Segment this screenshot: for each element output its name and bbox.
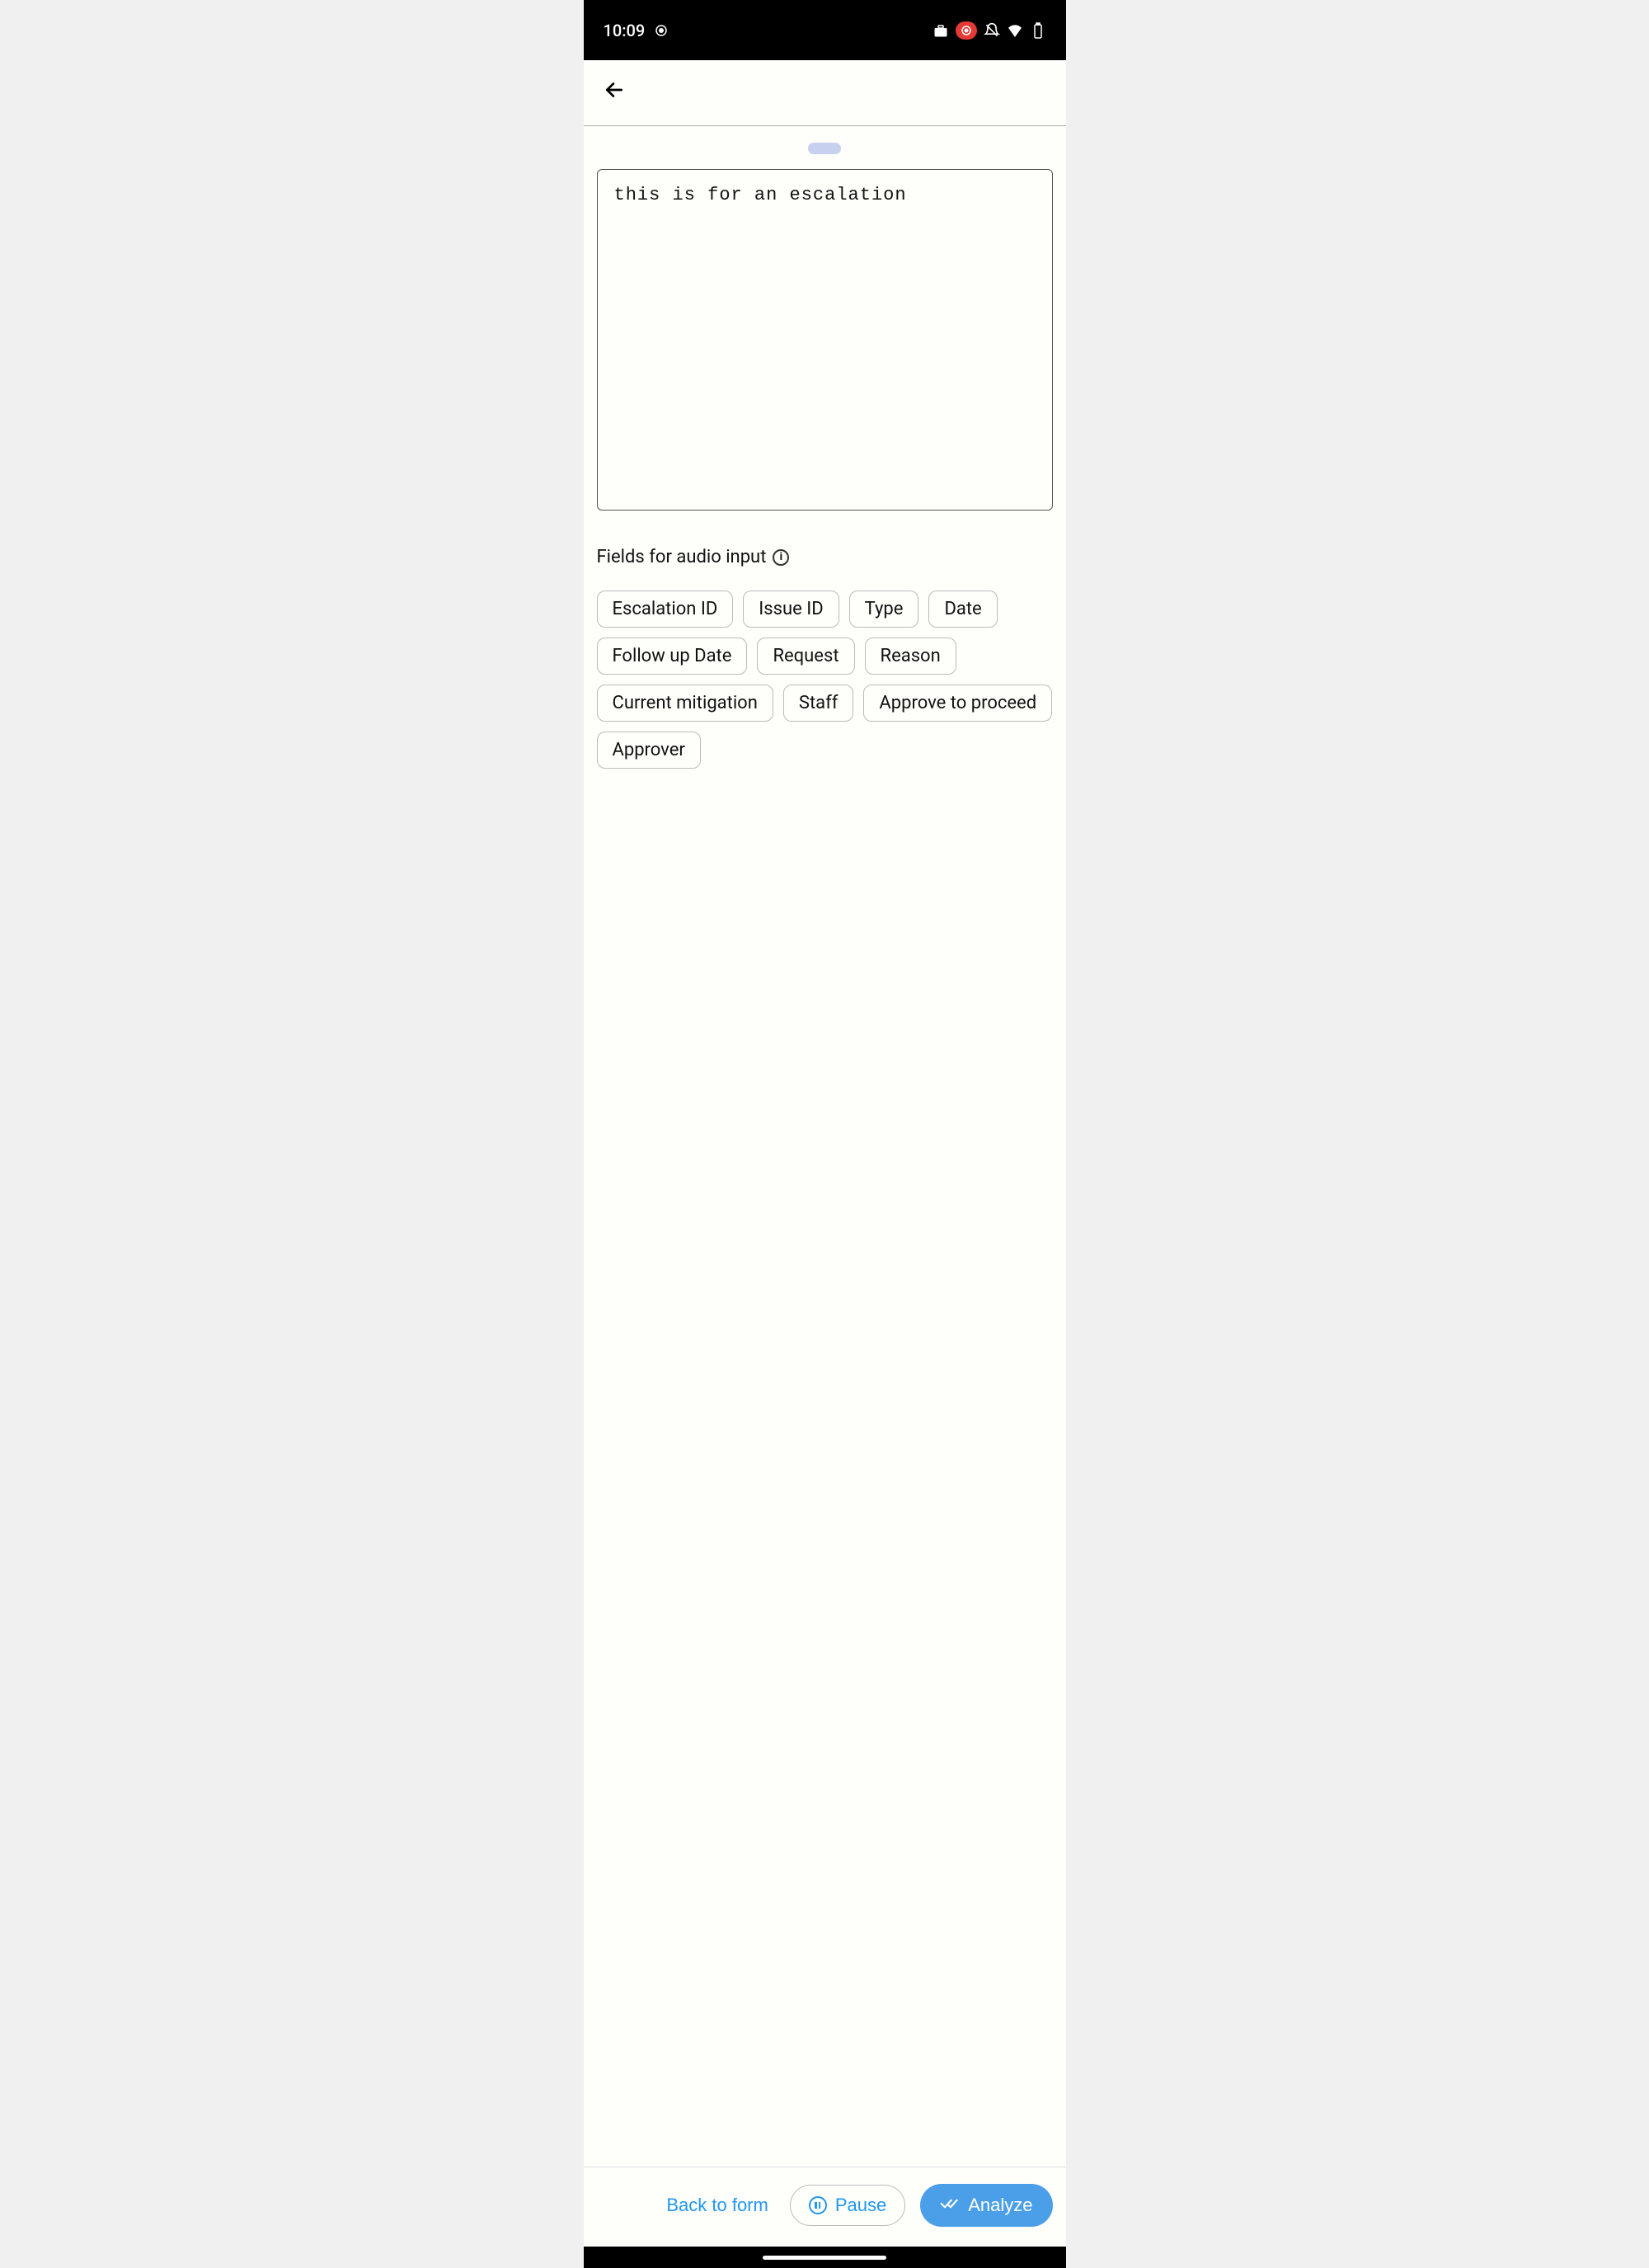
pause-button[interactable]: Pause <box>790 2185 905 2226</box>
chip-approve-to-proceed[interactable]: Approve to proceed <box>863 685 1052 722</box>
chip-type[interactable]: Type <box>849 591 919 628</box>
transcription-text: this is for an escalation <box>614 185 907 205</box>
analyze-button[interactable]: Analyze <box>920 2184 1052 2227</box>
status-right <box>933 21 1046 40</box>
transcription-textarea[interactable]: this is for an escalation <box>597 169 1053 511</box>
chip-staff[interactable]: Staff <box>783 685 854 722</box>
chip-date[interactable]: Date <box>928 591 997 628</box>
chip-reason[interactable]: Reason <box>865 638 956 675</box>
home-handle[interactable] <box>763 2256 886 2260</box>
status-bar: 10:09 <box>584 0 1066 60</box>
back-to-form-button[interactable]: Back to form <box>660 2186 774 2224</box>
fields-section-label: Fields for audio input i <box>597 547 1053 567</box>
chip-request[interactable]: Request <box>757 638 854 675</box>
bottom-action-bar: Back to form Pause Analyze <box>584 2167 1066 2247</box>
chip-issue-id[interactable]: Issue ID <box>743 591 839 628</box>
info-icon[interactable]: i <box>773 549 789 566</box>
system-nav-bar <box>584 2247 1066 2268</box>
record-icon <box>956 21 977 40</box>
status-time: 10:09 <box>604 21 646 40</box>
back-arrow-icon[interactable] <box>604 79 625 106</box>
status-left: 10:09 <box>604 21 670 40</box>
wifi-icon <box>1007 22 1023 39</box>
fields-label-text: Fields for audio input <box>597 547 767 567</box>
chip-current-mitigation[interactable]: Current mitigation <box>597 685 773 722</box>
pause-label: Pause <box>835 2195 886 2216</box>
chip-escalation-id[interactable]: Escalation ID <box>597 591 734 628</box>
notifications-off-icon <box>984 22 1000 39</box>
top-nav <box>584 60 1066 126</box>
chip-follow-up-date[interactable]: Follow up Date <box>597 638 748 675</box>
target-icon <box>653 22 669 39</box>
drag-handle[interactable] <box>808 143 841 154</box>
main-content: this is for an escalation Fields for aud… <box>584 126 1066 2167</box>
briefcase-icon <box>933 22 949 39</box>
check-all-icon <box>940 2195 960 2216</box>
chip-approver[interactable]: Approver <box>597 732 701 769</box>
pause-icon <box>809 2196 827 2214</box>
phone-frame: 10:09 <box>584 0 1066 2268</box>
field-chips-container: Escalation ID Issue ID Type Date Follow … <box>597 591 1053 769</box>
battery-icon <box>1030 22 1046 39</box>
analyze-label: Analyze <box>968 2195 1032 2216</box>
